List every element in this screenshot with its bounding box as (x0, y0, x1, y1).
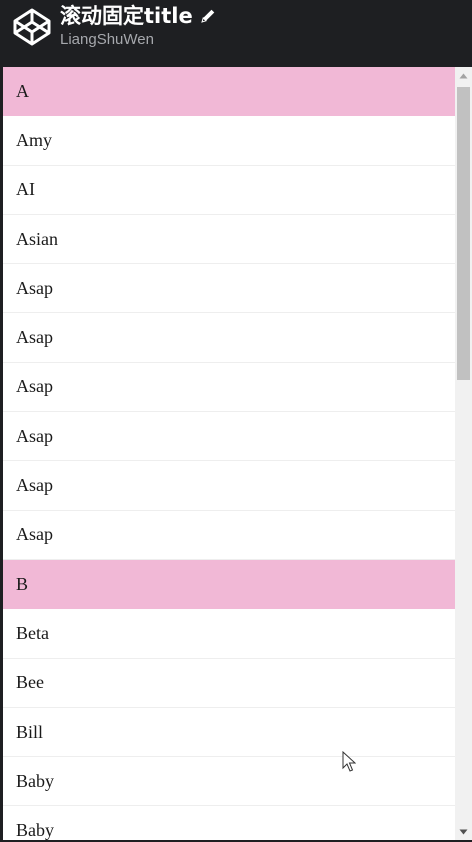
name-list: A Amy AI Asian Asap Asap Asap Asap Asap Asap B Beta… (3, 67, 455, 840)
list-item[interactable]: Beta (3, 609, 455, 659)
list-item[interactable]: Asap (3, 412, 455, 462)
app-header: 滚动固定title LiangShuWen (0, 0, 472, 67)
mouse-cursor-icon (342, 751, 356, 772)
scroll-container[interactable]: A Amy AI Asian Asap Asap Asap Asap Asap Asap B Beta… (3, 67, 472, 840)
group-header: B (3, 559, 455, 610)
list-item[interactable]: AI (3, 165, 455, 215)
author-link[interactable]: LiangShuWen (60, 31, 154, 48)
list-item[interactable]: Asian (3, 214, 455, 265)
list-item[interactable]: Asap (3, 461, 455, 511)
list-item[interactable]: Asap (3, 264, 455, 314)
list-item[interactable]: Amy (3, 116, 455, 166)
scroll-down-arrow-icon[interactable] (455, 823, 472, 840)
scrollbar-thumb[interactable] (457, 87, 470, 380)
vertical-scrollbar[interactable] (455, 67, 472, 840)
pencil-icon[interactable] (199, 7, 217, 25)
codepen-logo-icon[interactable] (12, 7, 52, 47)
title-row: 滚动固定title (60, 0, 217, 30)
scroll-up-arrow-icon[interactable] (455, 67, 472, 84)
group-header: A (3, 67, 455, 117)
list-item[interactable]: Baby (3, 757, 455, 807)
list-item[interactable]: Bee (3, 658, 455, 708)
page-title[interactable]: 滚动固定title (60, 0, 193, 30)
list-item[interactable]: Baby (3, 806, 455, 840)
list-item[interactable]: Asap (3, 362, 455, 413)
list-item[interactable]: Asap (3, 313, 455, 363)
list-item[interactable]: Asap (3, 510, 455, 560)
list-item[interactable]: Bill (3, 707, 455, 758)
